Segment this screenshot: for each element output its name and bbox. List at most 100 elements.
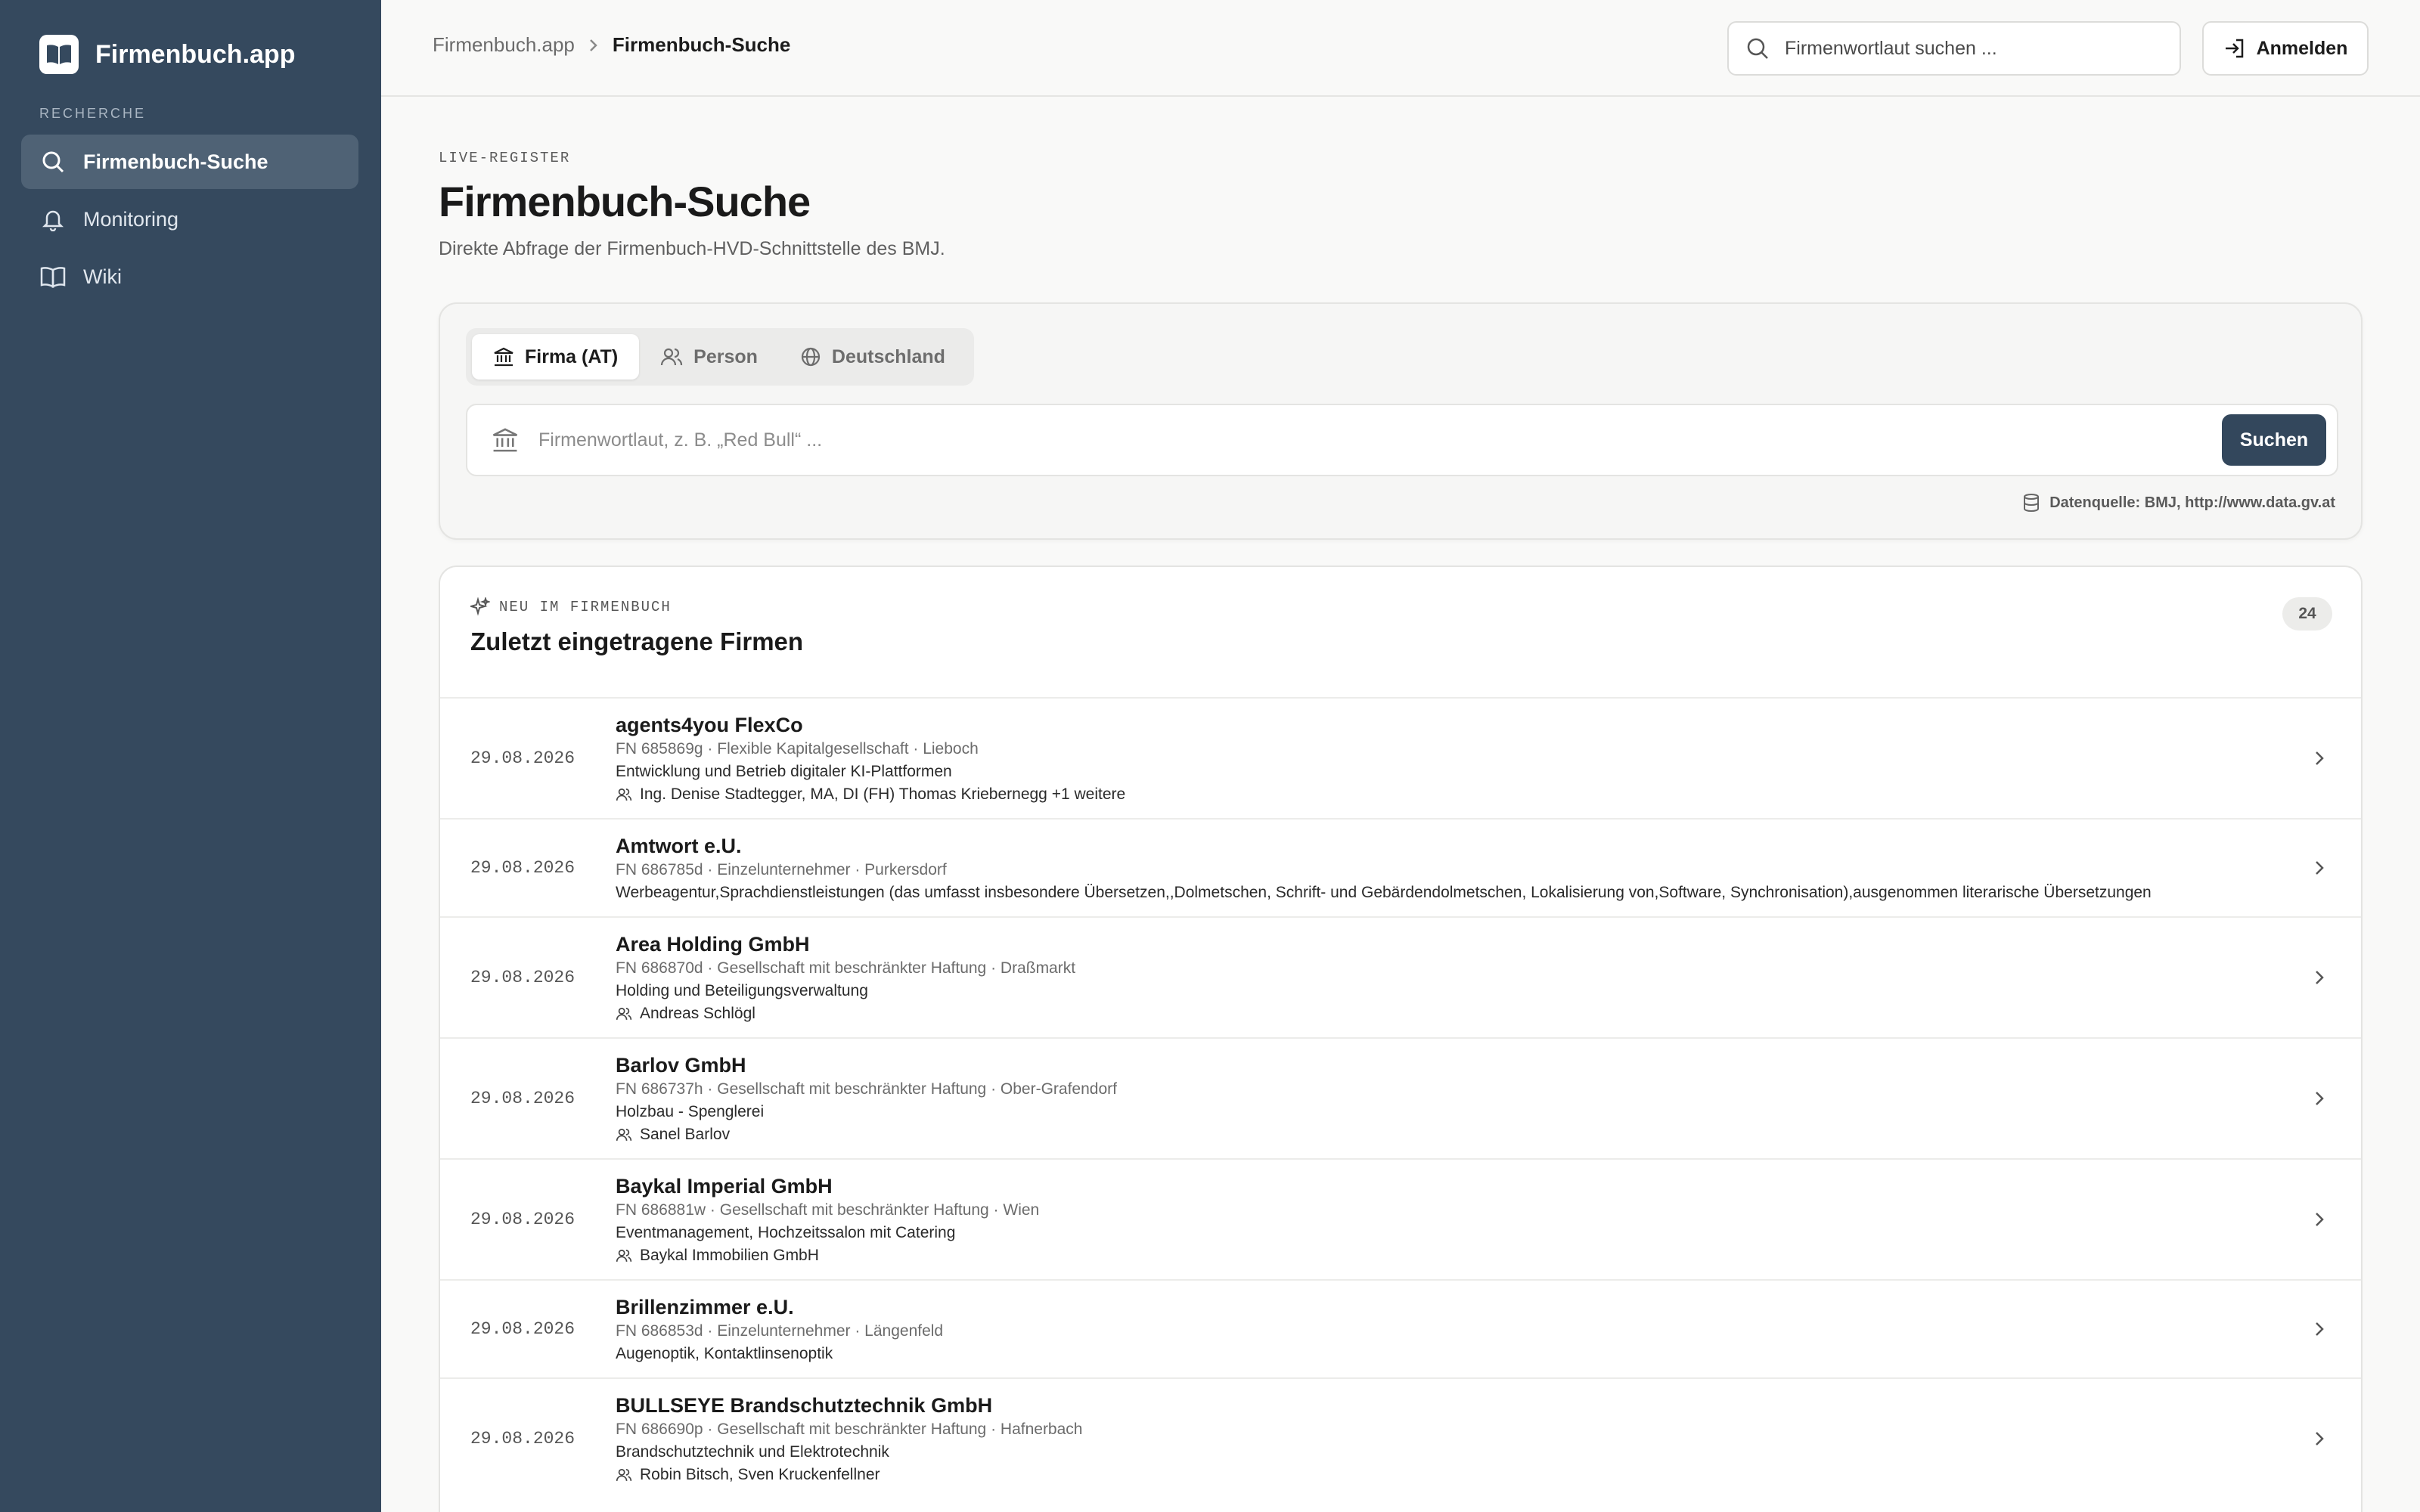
company-meta: FN 686785d · Einzelunternehmer · Purkers… [616,861,947,878]
company-description: Holzbau - Spenglerei [616,1103,765,1120]
search-icon [39,148,67,175]
people-icon [616,1127,632,1142]
search-card: Firma (AT) Person Deutschland Suchen [439,302,2363,540]
sidebar-item-label: Firmenbuch-Suche [83,150,268,173]
login-icon [2223,37,2246,60]
breadcrumb-current: Firmenbuch-Suche [612,33,791,56]
header-search[interactable] [1727,21,2181,76]
sidebar-item-monitoring[interactable]: Monitoring [21,192,358,246]
recent-companies-card: NEU IM FIRMENBUCH Zuletzt eingetragene F… [439,565,2363,1512]
book-open-icon [39,35,79,74]
brand-name: Firmenbuch.app [95,39,296,69]
company-meta: FN 686870d · Gesellschaft mit beschränkt… [616,959,1076,977]
search-icon [1745,36,1770,60]
company-people: Robin Bitsch, Sven Kruckenfellner [616,1464,2361,1486]
company-name: Amtwort e.U. [616,835,742,857]
company-description: Augenoptik, Kontaktlinsenoptik [616,1345,833,1362]
list-item[interactable]: 29.08.2026 Baykal Imperial GmbH FN 68688… [440,1158,2361,1279]
entry-date: 29.08.2026 [470,968,576,987]
company-people: Baykal Immobilien GmbH [616,1244,2361,1267]
page-subtitle: Direkte Abfrage der Firmenbuch-HVD-Schni… [439,238,945,259]
breadcrumb-root-link[interactable]: Firmenbuch.app [433,33,575,57]
data-source-text: Datenquelle: BMJ, http://www.data.gv.at [2049,494,2335,511]
list-item[interactable]: 29.08.2026 Area Holding GmbH FN 686870d … [440,916,2361,1037]
company-people: Sanel Barlov [616,1123,2361,1146]
sidebar-item-label: Monitoring [83,207,179,231]
entry-date: 29.08.2026 [470,1319,576,1339]
recent-eyebrow-text: NEU IM FIRMENBUCH [499,599,672,615]
company-meta: FN 686881w · Gesellschaft mit beschränkt… [616,1201,1040,1219]
list-item[interactable]: 29.08.2026 agents4you FlexCo FN 685869g … [440,697,2361,818]
bell-icon [39,206,67,233]
company-description: Eventmanagement, Hochzeitssalon mit Cate… [616,1224,956,1241]
entry-date: 29.08.2026 [470,1210,576,1229]
list-item[interactable]: 29.08.2026 Brillenzimmer e.U. FN 686853d… [440,1279,2361,1377]
sidebar-item-firmenbuch-suche[interactable]: Firmenbuch-Suche [21,135,358,189]
company-meta: FN 685869g · Flexible Kapitalgesellschaf… [616,740,979,758]
tab-label: Firma (AT) [525,345,619,367]
top-header: Firmenbuch.app Firmenbuch-Suche Anmelden [381,0,2420,97]
chevron-right-icon [2314,750,2325,767]
people-names: Baykal Immobilien GmbH [640,1247,819,1264]
people-icon [616,1467,632,1483]
sparkles-icon [470,597,490,617]
company-people: Andreas Schlögl [616,1002,2361,1025]
count-badge: 24 [2282,597,2332,631]
people-icon [616,1006,632,1021]
login-button[interactable]: Anmelden [2202,21,2369,76]
brand[interactable]: Firmenbuch.app [39,35,295,74]
company-description: Werbeagentur,Sprachdienstleistungen (das… [616,884,2152,901]
list-item[interactable]: 29.08.2026 Amtwort e.U. FN 686785d · Ein… [440,818,2361,916]
data-source-note: Datenquelle: BMJ, http://www.data.gv.at [2022,493,2335,513]
people-names: Andreas Schlögl [640,1005,755,1022]
entry-date: 29.08.2026 [470,1429,576,1448]
tab-label: Person [693,345,758,367]
company-name: BULLSEYE Brandschutztechnik GmbH [616,1394,993,1417]
company-name: Area Holding GmbH [616,933,810,956]
database-icon [2022,493,2040,513]
people-icon [616,1248,632,1263]
chevron-right-icon [2314,1090,2325,1107]
people-names: Ing. Denise Stadtegger, MA, DI (FH) Thom… [640,785,1126,803]
company-meta: FN 686853d · Einzelunternehmer · Längenf… [616,1322,944,1340]
search-button[interactable]: Suchen [2222,414,2326,466]
company-people: Ing. Denise Stadtegger, MA, DI (FH) Thom… [616,783,2361,806]
nav-section-label: RECHERCHE [39,106,147,121]
main-content: LIVE-REGISTER Firmenbuch-Suche Direkte A… [439,97,2363,1512]
list-item[interactable]: 29.08.2026 BULLSEYE Brandschutztechnik G… [440,1377,2361,1498]
breadcrumb: Firmenbuch.app Firmenbuch-Suche [433,33,790,57]
chevron-right-icon [2314,1211,2325,1228]
chevron-right-icon [2314,1430,2325,1447]
tab-firma-at[interactable]: Firma (AT) [472,334,640,380]
bank-icon [492,426,519,454]
company-description: Entwicklung und Betrieb digitaler KI-Pla… [616,763,952,780]
search-mode-tabs: Firma (AT) Person Deutschland [466,328,974,386]
entry-date: 29.08.2026 [470,748,576,768]
chevron-right-icon [2314,860,2325,876]
chevron-right-icon [2314,1321,2325,1337]
tab-person[interactable]: Person [639,334,779,380]
sidebar: Firmenbuch.app RECHERCHE Firmenbuch-Such… [0,0,381,1512]
company-name: Barlov GmbH [616,1054,746,1077]
people-icon [660,346,683,367]
entry-date: 29.08.2026 [470,1089,576,1108]
list-item[interactable]: 29.08.2026 Barlov GmbH FN 686737h · Gese… [440,1037,2361,1158]
company-query-input[interactable] [538,429,2222,451]
bank-icon [493,346,514,367]
page-title: Firmenbuch-Suche [439,178,811,225]
sidebar-item-label: Wiki [83,265,122,288]
people-names: Sanel Barlov [640,1126,731,1143]
sidebar-item-wiki[interactable]: Wiki [21,249,358,304]
sidebar-nav: Firmenbuch-Suche Monitoring Wiki [21,135,358,307]
recent-title: Zuletzt eingetragene Firmen [470,627,804,655]
chevron-right-icon [2314,969,2325,986]
chevron-right-icon [588,38,599,53]
people-names: Robin Bitsch, Sven Kruckenfellner [640,1466,880,1483]
recent-eyebrow: NEU IM FIRMENBUCH [470,597,672,617]
page-eyebrow: LIVE-REGISTER [439,150,571,166]
book-icon [39,263,67,290]
company-name: agents4you FlexCo [616,714,803,736]
tab-deutschland[interactable]: Deutschland [779,334,966,380]
header-search-input[interactable] [1785,37,2148,60]
people-icon [616,787,632,802]
